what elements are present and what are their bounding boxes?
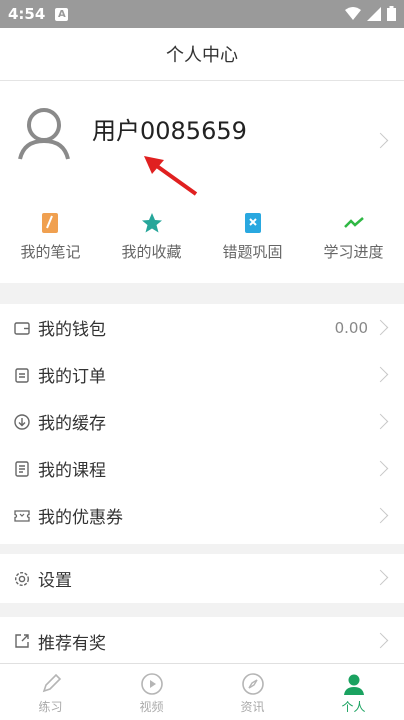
avatar-icon <box>18 108 70 160</box>
menu-item-coupons[interactable]: 我的优惠券 <box>0 492 404 539</box>
chevron-right-icon <box>372 319 389 336</box>
username: 用户0085659 <box>92 117 247 145</box>
menu-item-settings[interactable]: 设置 <box>0 554 404 603</box>
wrong-question-icon <box>244 213 261 233</box>
tab-label: 个人 <box>341 700 366 714</box>
quick-actions: 我的笔记 我的收藏 错题巩固 学习进度 <box>0 199 404 283</box>
course-icon <box>12 459 32 479</box>
order-icon <box>12 365 32 385</box>
battery-icon <box>387 6 396 21</box>
menu-group-settings: 设置 <box>0 554 404 603</box>
quick-action-label: 我的收藏 <box>121 243 182 261</box>
quick-action-label: 学习进度 <box>323 243 384 261</box>
chevron-right-icon <box>372 569 389 586</box>
page-title: 个人中心 <box>166 45 238 66</box>
menu-item-courses[interactable]: 我的课程 <box>0 445 404 492</box>
menu-item-referral[interactable]: 推荐有奖 <box>0 617 404 665</box>
menu-item-orders[interactable]: 我的订单 <box>0 351 404 398</box>
progress-icon <box>343 217 364 228</box>
quick-action-favorites[interactable]: 我的收藏 <box>101 199 202 283</box>
tab-label: 练习 <box>38 700 63 714</box>
status-time: 4:54 <box>8 5 46 23</box>
star-icon <box>141 213 162 233</box>
signal-icon <box>367 6 381 21</box>
quick-action-label: 错题巩固 <box>222 243 283 261</box>
wifi-icon <box>345 6 361 20</box>
tab-label: 资讯 <box>240 700 265 714</box>
chevron-right-icon <box>372 132 389 149</box>
wallet-icon <box>12 318 32 338</box>
compass-icon <box>241 673 264 695</box>
annotation-arrow-icon <box>144 156 198 196</box>
menu-item-label: 我的订单 <box>38 367 106 387</box>
tab-video[interactable]: 视频 <box>101 664 202 720</box>
gear-icon <box>12 569 32 589</box>
chevron-right-icon <box>372 460 389 477</box>
quick-action-label: 我的笔记 <box>20 243 81 261</box>
tab-label: 视频 <box>139 700 164 714</box>
menu-item-label: 我的钱包 <box>38 320 106 340</box>
menu-item-label: 推荐有奖 <box>38 633 106 654</box>
tab-news[interactable]: 资讯 <box>202 664 303 720</box>
download-icon <box>12 412 32 432</box>
quick-action-progress[interactable]: 学习进度 <box>303 199 404 283</box>
quick-action-wrong-questions[interactable]: 错题巩固 <box>202 199 303 283</box>
menu-item-wallet[interactable]: 我的钱包 0.00 <box>0 304 404 351</box>
menu-group-account: 我的钱包 0.00 我的订单 我的缓存 我的课程 我的优惠券 <box>0 304 404 544</box>
tab-practice[interactable]: 练习 <box>0 664 101 720</box>
profile-card[interactable]: 用户0085659 <box>0 81 404 199</box>
menu-item-label: 我的课程 <box>38 461 106 481</box>
chevron-right-icon <box>372 632 389 649</box>
bottom-tab-bar: 练习 视频 资讯 个人 <box>0 663 404 720</box>
chevron-right-icon <box>372 413 389 430</box>
menu-group-referral: 推荐有奖 <box>0 617 404 665</box>
status-bar: 4:54 A <box>0 0 404 28</box>
quick-action-notes[interactable]: 我的笔记 <box>0 199 101 283</box>
share-icon <box>12 631 32 651</box>
pencil-icon <box>42 673 61 693</box>
play-icon <box>140 673 163 695</box>
menu-item-cache[interactable]: 我的缓存 <box>0 398 404 445</box>
note-icon <box>41 213 58 233</box>
menu-item-label: 我的优惠券 <box>38 508 123 528</box>
menu-item-label: 我的缓存 <box>38 414 106 434</box>
person-icon <box>343 674 364 695</box>
wallet-balance: 0.00 <box>334 318 368 337</box>
chevron-right-icon <box>372 507 389 524</box>
nav-bar: 个人中心 <box>0 28 404 81</box>
tab-profile[interactable]: 个人 <box>303 664 404 720</box>
coupon-icon <box>12 506 32 526</box>
chevron-right-icon <box>372 366 389 383</box>
menu-item-label: 设置 <box>38 571 72 591</box>
notification-icon: A <box>55 7 69 21</box>
